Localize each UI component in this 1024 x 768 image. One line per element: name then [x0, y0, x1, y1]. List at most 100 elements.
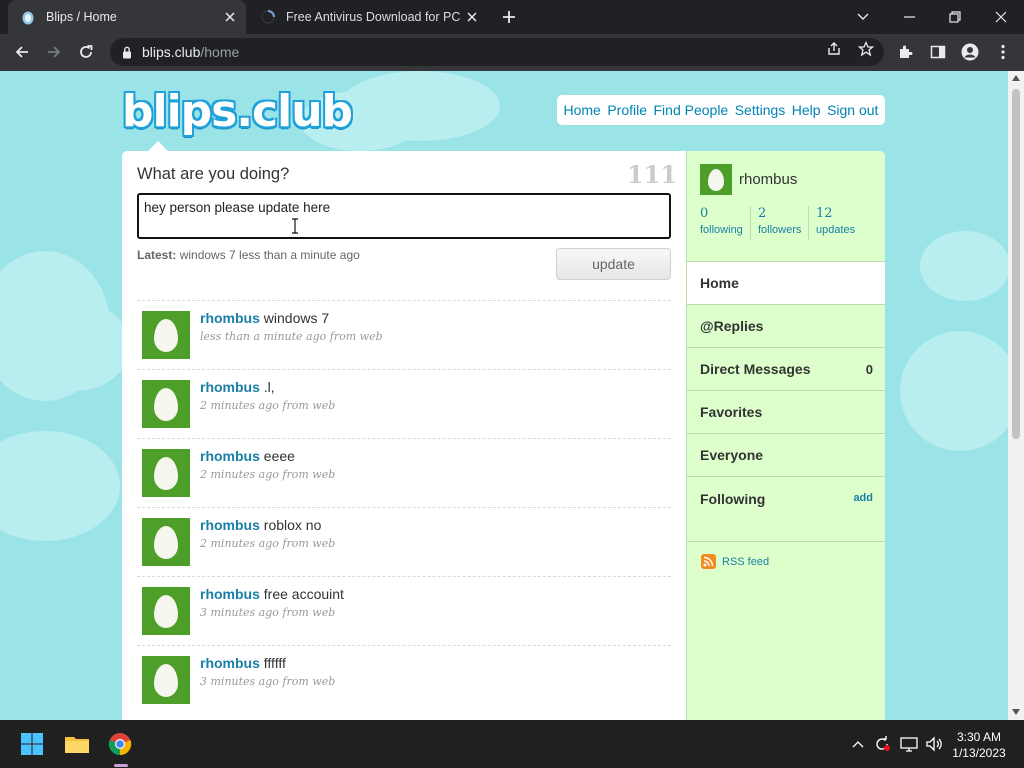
sidebar-item-label: Following	[700, 491, 766, 507]
sidebar-item-everyone[interactable]: Everyone	[687, 433, 885, 476]
avatar[interactable]	[142, 656, 190, 704]
scroll-down-arrow-icon[interactable]	[1012, 709, 1020, 715]
status-text: free accouint	[263, 586, 344, 602]
scrollbar-thumb[interactable]	[1012, 89, 1020, 439]
sync-alert-icon[interactable]	[872, 734, 892, 754]
sidebar-item-following[interactable]: Following add	[687, 476, 885, 531]
nav-find-people-link[interactable]: Find People	[654, 102, 729, 118]
url-host: blips.club	[142, 44, 201, 60]
status-username-link[interactable]: rhombus	[200, 310, 260, 326]
avatar[interactable]	[142, 449, 190, 497]
address-bar[interactable]: blips.club/home	[110, 38, 884, 66]
blips-favicon-icon	[20, 9, 36, 25]
stat-followers-label: followers	[758, 224, 802, 236]
stat-followers-count: 2	[758, 206, 767, 221]
status-meta[interactable]: 2 minutes ago from web	[200, 537, 335, 550]
tab-search-chevron-icon[interactable]	[840, 0, 886, 34]
status-meta[interactable]: 2 minutes ago from web	[200, 468, 335, 481]
stat-following[interactable]: 0 following	[700, 206, 743, 240]
clock-date: 1/13/2023	[952, 746, 1006, 760]
show-hidden-icons-chevron-icon[interactable]	[848, 734, 868, 754]
close-tab-icon[interactable]	[220, 7, 240, 27]
sidebar-menu: Home @Replies Direct Messages 0 Favorite…	[687, 261, 885, 531]
nav-help-link[interactable]: Help	[792, 102, 821, 118]
status-username-link[interactable]: rhombus	[200, 379, 260, 395]
minimize-button[interactable]	[886, 0, 932, 34]
extensions-puzzle-icon[interactable]	[893, 39, 919, 65]
status-meta[interactable]: 3 minutes ago from web	[200, 675, 335, 688]
sidebar-username[interactable]: rhombus	[739, 171, 797, 188]
update-button[interactable]: update	[556, 248, 671, 280]
page-scrollbar[interactable]	[1008, 71, 1024, 720]
nav-settings-link[interactable]: Settings	[735, 102, 786, 118]
following-add-link[interactable]: add	[853, 492, 873, 504]
share-icon[interactable]	[824, 39, 844, 59]
status-username-link[interactable]: rhombus	[200, 448, 260, 464]
system-clock[interactable]: 3:30 AM 1/13/2023	[944, 729, 1014, 761]
back-arrow-icon[interactable]	[9, 39, 35, 65]
timeline-item: rhombus eeee 2 minutes ago from web	[137, 438, 671, 507]
direct-messages-count: 0	[865, 361, 873, 377]
close-tab-icon[interactable]	[462, 7, 482, 27]
windows-taskbar: 3:30 AM 1/13/2023	[0, 720, 1024, 768]
avatar[interactable]	[142, 380, 190, 428]
profile-avatar-icon[interactable]	[957, 39, 983, 65]
bookmark-star-icon[interactable]	[856, 39, 876, 59]
sidebar-item-favorites[interactable]: Favorites	[687, 390, 885, 433]
sidebar-item-label: Favorites	[700, 404, 763, 420]
scroll-up-arrow-icon[interactable]	[1012, 75, 1020, 81]
side-panel-icon[interactable]	[925, 39, 951, 65]
sidebar-item-label: Direct Messages	[700, 361, 811, 377]
file-explorer-icon[interactable]	[61, 728, 93, 760]
clock-time: 3:30 AM	[956, 730, 1002, 744]
nav-home-link[interactable]: Home	[563, 102, 600, 118]
restore-button[interactable]	[932, 0, 978, 34]
forward-arrow-icon[interactable]	[41, 39, 67, 65]
close-window-button[interactable]	[978, 0, 1024, 34]
tab-strip: Blips / Home Free Antivirus Download for…	[0, 0, 1024, 34]
windows-start-icon[interactable]	[16, 728, 48, 760]
stat-updates[interactable]: 12 updates	[808, 206, 855, 240]
tab-blips-home[interactable]: Blips / Home	[8, 0, 246, 34]
status-username-link[interactable]: rhombus	[200, 586, 260, 602]
status-text: roblox no	[263, 517, 322, 533]
tab-antivirus[interactable]: Free Antivirus Download for PC |	[248, 0, 488, 34]
site-logo[interactable]: blips.club	[122, 86, 353, 137]
nav-sign-out-link[interactable]: Sign out	[827, 102, 878, 118]
new-tab-button[interactable]	[498, 6, 520, 28]
avatar[interactable]	[142, 587, 190, 635]
background-cloud	[20, 301, 130, 391]
timeline-item: rhombus .l, 2 minutes ago from web	[137, 369, 671, 438]
latest-label: Latest:	[137, 248, 177, 262]
sidebar: rhombus 0 following 2 followers 12 updat…	[686, 151, 885, 720]
status-prompt: What are you doing?	[137, 165, 290, 183]
status-meta[interactable]: 2 minutes ago from web	[200, 399, 335, 412]
sidebar-item-home[interactable]: Home	[687, 261, 885, 304]
lock-icon[interactable]	[122, 46, 132, 59]
volume-icon[interactable]	[924, 734, 944, 754]
chrome-taskbar-icon[interactable]	[104, 728, 136, 767]
stat-followers[interactable]: 2 followers	[750, 206, 801, 240]
status-meta[interactable]: less than a minute ago from web	[200, 330, 383, 343]
chrome-menu-icon[interactable]	[990, 39, 1016, 65]
status-username-link[interactable]: rhombus	[200, 655, 260, 671]
nav-profile-link[interactable]: Profile	[607, 102, 647, 118]
text-cursor-icon	[290, 218, 300, 234]
status-username-link[interactable]: rhombus	[200, 517, 260, 533]
reload-icon[interactable]	[73, 39, 99, 65]
avatar[interactable]	[142, 518, 190, 566]
sidebar-item-replies[interactable]: @Replies	[687, 304, 885, 347]
timeline-item: rhombus ffffff 3 minutes ago from web	[137, 645, 671, 714]
timeline-item: rhombus roblox no 2 minutes ago from web	[137, 507, 671, 576]
latest-text: windows 7 less than a minute ago	[179, 248, 360, 262]
status-meta[interactable]: 3 minutes ago from web	[200, 606, 335, 619]
sidebar-item-label: Home	[700, 275, 739, 291]
rss-icon	[701, 554, 716, 569]
rss-feed-link[interactable]: RSS feed	[687, 541, 885, 569]
loading-spinner-icon	[260, 9, 276, 25]
status-input[interactable]: hey person please update here	[137, 193, 671, 239]
sidebar-item-direct-messages[interactable]: Direct Messages 0	[687, 347, 885, 390]
avatar[interactable]	[142, 311, 190, 359]
avatar[interactable]	[700, 164, 732, 195]
network-icon[interactable]	[899, 734, 919, 754]
